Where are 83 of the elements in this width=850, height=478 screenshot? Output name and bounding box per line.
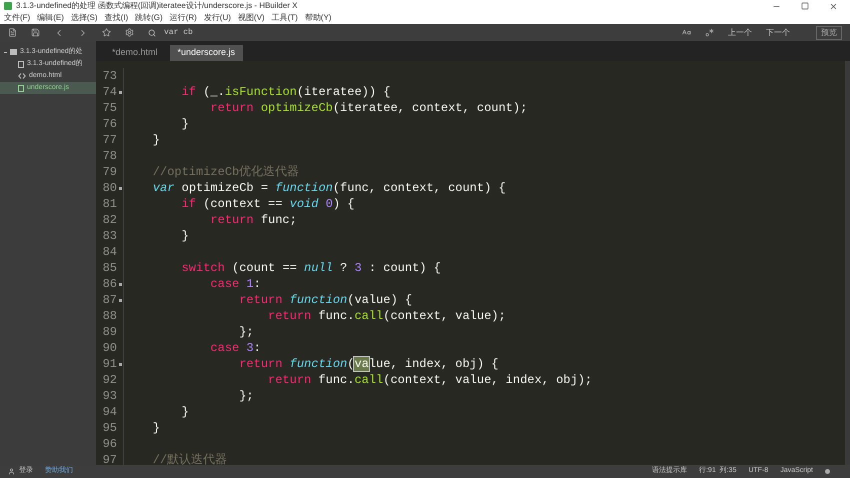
code-line: //默认迭代器 <box>152 452 228 465</box>
line-number: 97 <box>102 452 117 465</box>
code-line: }; <box>238 324 254 340</box>
line-number: 79 <box>102 164 117 180</box>
code-line: return func; <box>209 212 297 228</box>
line-number: 91 <box>102 356 117 372</box>
line-number: 95 <box>102 420 117 436</box>
line-number: 76 <box>102 116 117 132</box>
line-number: 75 <box>102 100 117 116</box>
line-number: 74 <box>102 84 117 100</box>
line-number: 92 <box>102 372 117 388</box>
menu-item[interactable]: 选择(S) <box>70 12 98 24</box>
search-field[interactable]: var cb <box>148 26 668 38</box>
line-number: 77 <box>102 132 117 148</box>
match-case-icon[interactable] <box>682 28 691 37</box>
code-line: } <box>180 404 189 420</box>
line-number: 86 <box>102 276 117 292</box>
code-line: return func.call(context, value, index, obj); <box>267 372 592 388</box>
line-number: 87 <box>102 292 117 308</box>
code-line: } <box>180 116 189 132</box>
code-line: if (context == void 0) { <box>180 196 354 212</box>
code-line: case 3: <box>209 340 261 356</box>
menu-item[interactable]: 视图(V) <box>238 12 265 24</box>
code-line: } <box>152 132 160 148</box>
star-icon[interactable] <box>102 28 111 37</box>
toolbar-button[interactable]: 下一个 <box>766 26 790 38</box>
user-icon[interactable] <box>8 468 15 475</box>
menu-item[interactable]: 跳转(G) <box>135 12 163 24</box>
line-number: 94 <box>102 404 117 420</box>
code-line: return function(value, index, obj) { <box>238 356 498 372</box>
code-line: case 1: <box>209 276 261 292</box>
fold-marker-icon[interactable] <box>118 362 122 366</box>
fold-marker-icon[interactable] <box>118 90 122 94</box>
line-number: 73 <box>102 68 117 84</box>
code-line: return function(value) { <box>238 292 412 308</box>
menu-item[interactable]: 文件(F) <box>4 12 30 24</box>
new-file-icon[interactable] <box>8 28 17 37</box>
line-number: 84 <box>102 244 117 260</box>
line-number: 96 <box>102 436 117 452</box>
code-line: //optimizeCb优化迭代器 <box>152 164 300 180</box>
line-number: 90 <box>102 340 117 356</box>
menu-item[interactable]: 发行(U) <box>204 12 231 24</box>
code-icon <box>18 73 26 79</box>
menu-item[interactable]: 帮助(Y) <box>304 12 332 24</box>
code-line: }; <box>238 388 254 404</box>
line-number: 82 <box>102 212 117 228</box>
editor-tab[interactable]: *underscore.js <box>170 45 244 61</box>
menu-item[interactable]: 查找(I) <box>104 12 128 24</box>
code-line: return func.call(context, value); <box>267 308 506 324</box>
toolbar-button[interactable]: 预览 <box>816 26 842 40</box>
close-icon[interactable] <box>829 2 838 10</box>
search-icon <box>148 28 156 36</box>
line-number: 93 <box>102 388 117 404</box>
line-number: 85 <box>102 260 117 276</box>
save-icon[interactable] <box>31 28 40 37</box>
line-number: 81 <box>102 196 117 212</box>
maximize-icon[interactable] <box>801 2 809 10</box>
line-number: 80 <box>102 180 117 196</box>
line-number: 78 <box>102 148 117 164</box>
settings-icon[interactable] <box>125 28 134 37</box>
window-title: 3.1.3-undefined的处理 函数式编程(回调)iteratee设计/underscore.js - HBuilder X <box>16 0 298 12</box>
code-line: } <box>180 228 189 244</box>
regex-icon[interactable] <box>705 28 714 37</box>
app-logo-icon <box>4 2 12 10</box>
fold-marker-icon[interactable] <box>118 298 122 302</box>
editor-tab[interactable]: *demo.html <box>104 45 166 61</box>
menu-item[interactable]: 工具(T) <box>272 12 298 24</box>
menu-item[interactable]: 编辑(E) <box>37 12 64 24</box>
line-number: 89 <box>102 324 117 340</box>
file-icon <box>18 84 24 92</box>
code-line: var optimizeCb = function(func, context, count) { <box>152 180 506 196</box>
code-line: if (_.isFunction(iteratee)) { <box>180 84 390 100</box>
code-line: } <box>152 420 160 436</box>
line-number: 88 <box>102 308 117 324</box>
file-icon <box>18 60 24 68</box>
menu-item[interactable]: 运行(R) <box>170 12 197 24</box>
folder-icon <box>10 49 17 55</box>
code-line: return optimizeCb(iteratee, context, count); <box>209 100 528 116</box>
fold-marker-icon[interactable] <box>118 282 122 286</box>
line-number: 83 <box>102 228 117 244</box>
code-line: switch (count == null ? 3 : count) { <box>180 260 441 276</box>
fold-marker-icon[interactable] <box>118 186 122 190</box>
toolbar-button[interactable]: 上一个 <box>728 26 752 38</box>
